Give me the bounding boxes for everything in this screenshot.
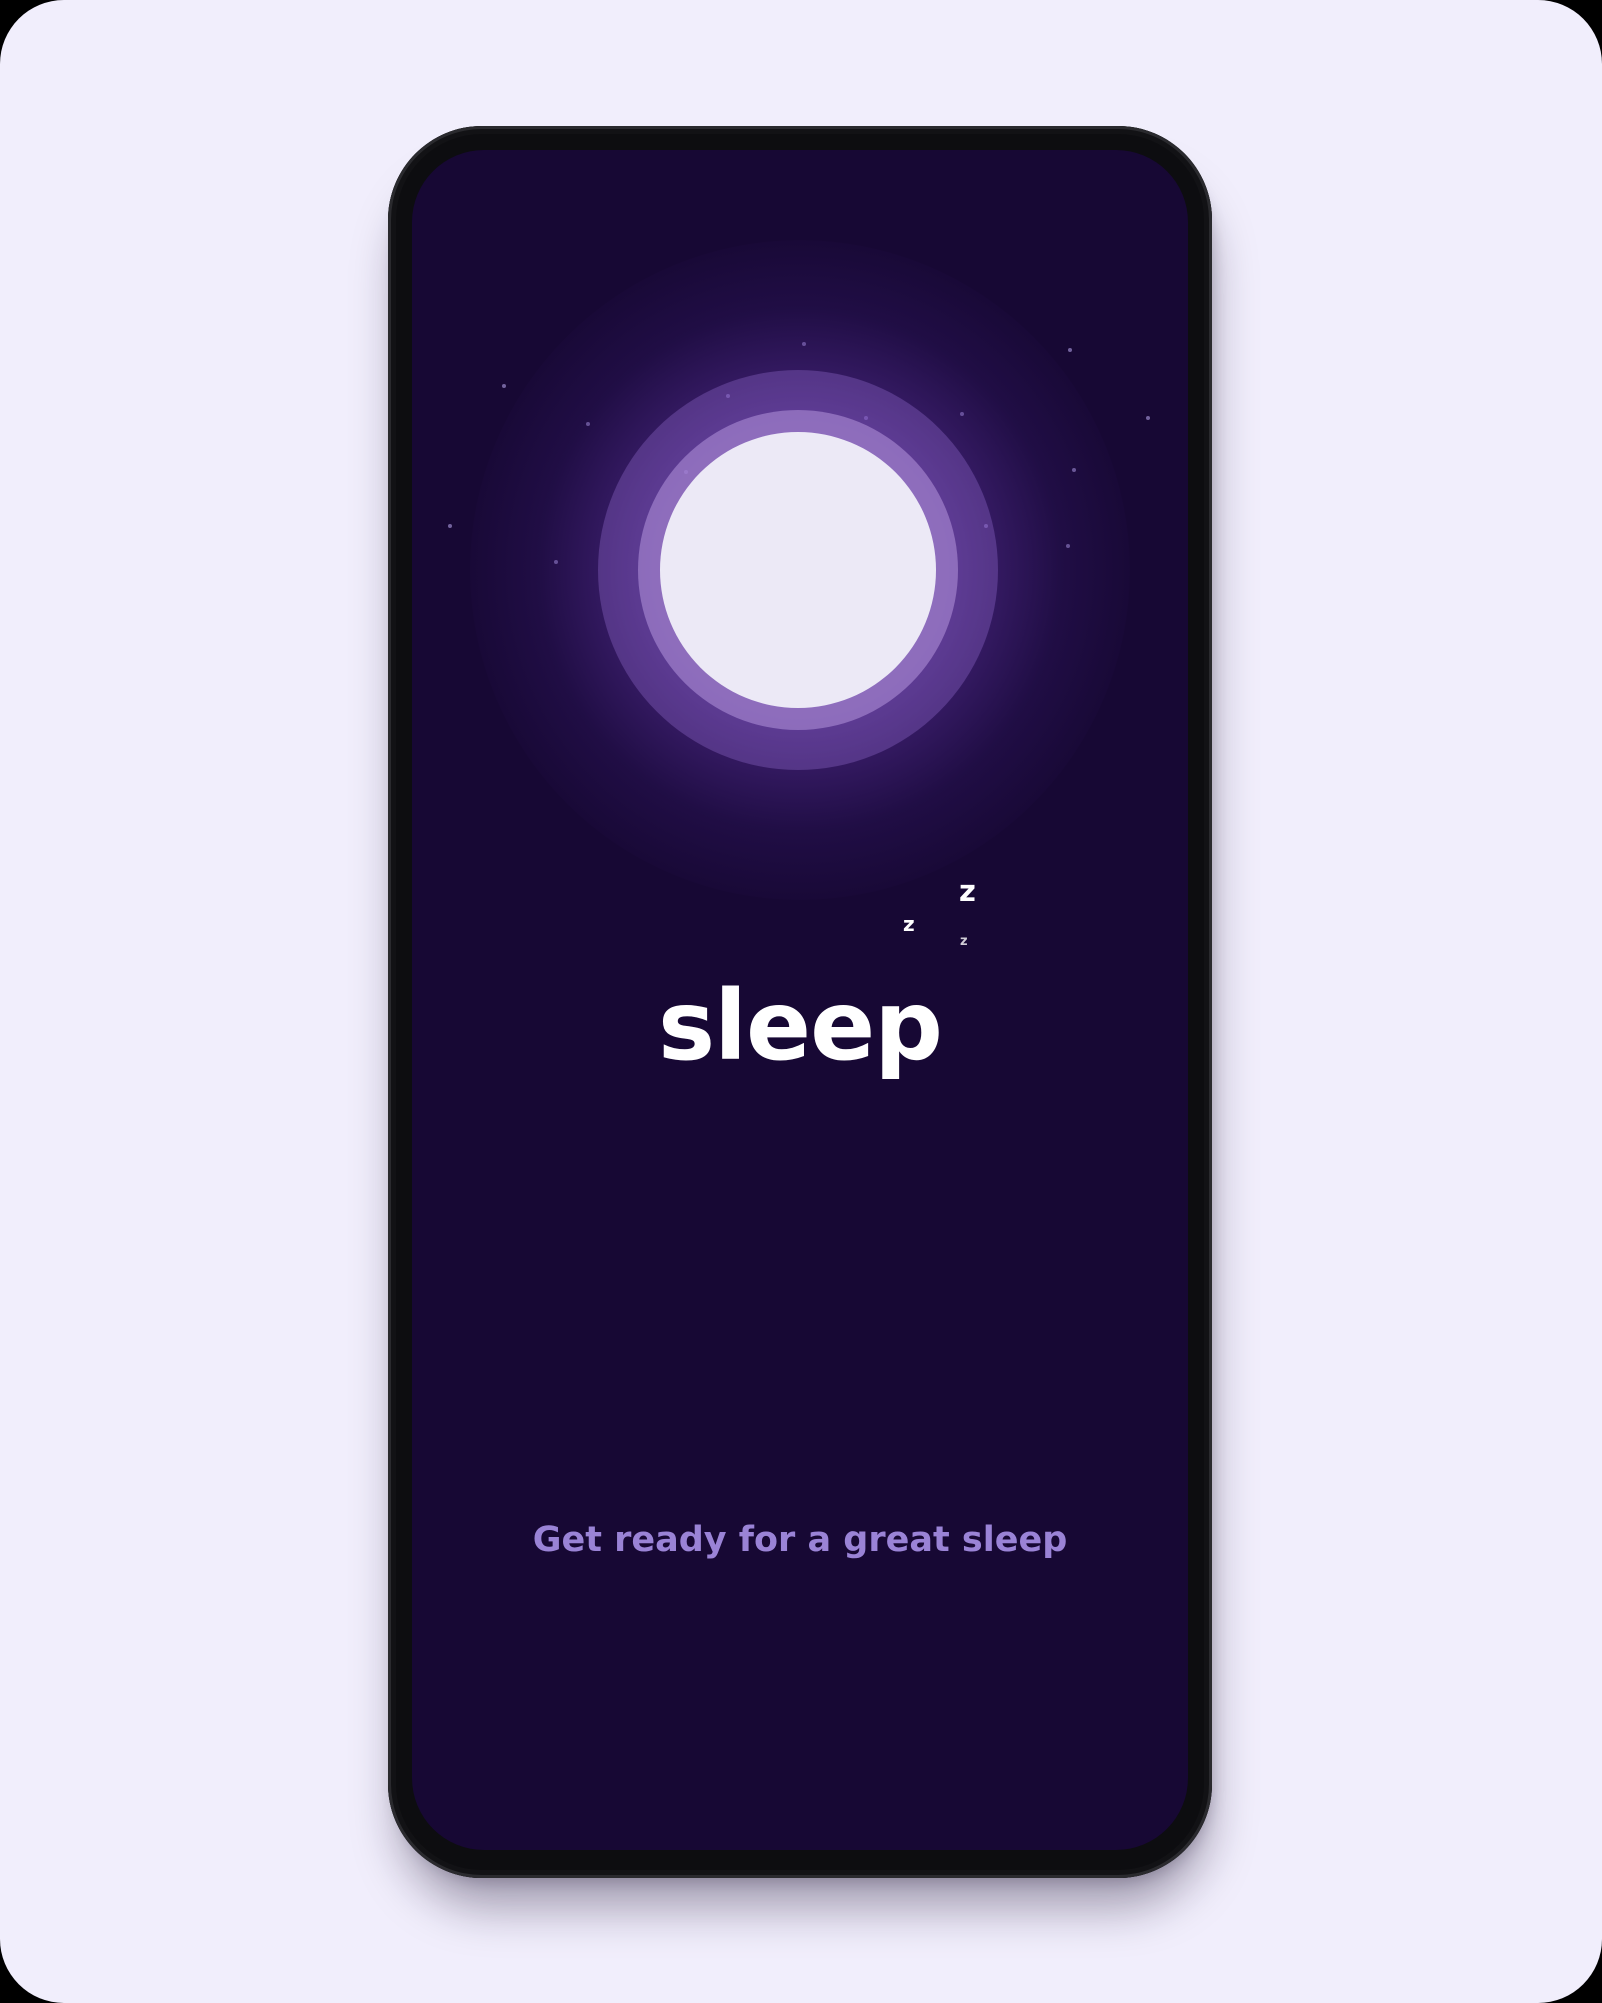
phone-frame: sleep z z z Get ready for a great sleep — [388, 126, 1212, 1878]
logo-text: sleep — [658, 970, 943, 1082]
sleep-zzz-icon: z — [903, 912, 915, 936]
star — [1146, 416, 1150, 420]
sleep-zzz-icon: z — [959, 874, 976, 908]
moon-icon — [660, 432, 936, 708]
presentation-background: sleep z z z Get ready for a great sleep — [0, 0, 1602, 2003]
splash-screen: sleep z z z Get ready for a great sleep — [412, 150, 1188, 1850]
app-logo: sleep — [412, 970, 1188, 1082]
sleep-zzz-icon: z — [960, 934, 968, 949]
star — [448, 524, 452, 528]
star — [1068, 348, 1072, 352]
star — [502, 384, 506, 388]
tagline: Get ready for a great sleep — [532, 1520, 1068, 1560]
